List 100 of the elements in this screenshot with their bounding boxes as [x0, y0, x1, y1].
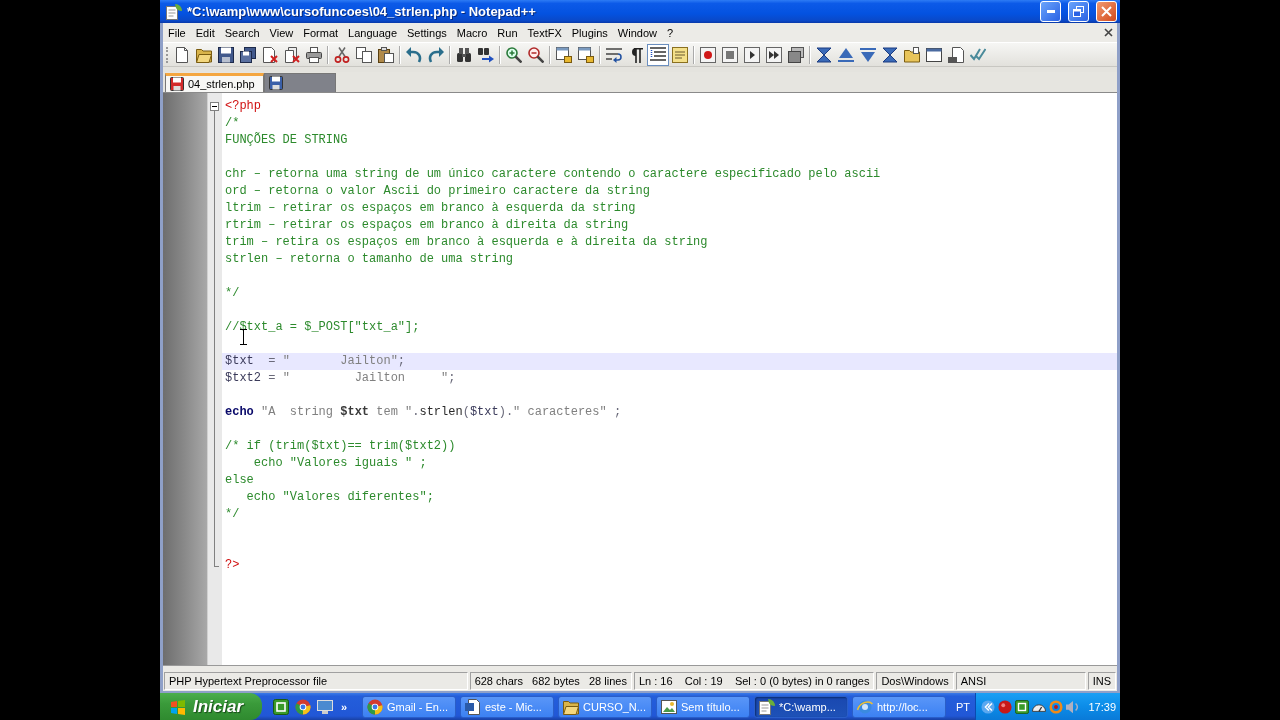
menu-item[interactable]: Macro	[451, 26, 493, 39]
close-button[interactable]	[1096, 1, 1117, 22]
code-line: ord – retorna o valor Ascii do primeiro caractere da string	[225, 184, 650, 198]
binoculars-arrow-icon[interactable]	[478, 46, 494, 63]
menu-item[interactable]: Edit	[190, 26, 220, 39]
code-line: /* if (trim($txt)== trim($txt2))	[225, 439, 456, 453]
windows-flag-icon	[170, 698, 186, 715]
menu-item[interactable]: Language	[343, 26, 402, 39]
hourglass-icon[interactable]	[882, 46, 898, 63]
checkmark-icon[interactable]	[970, 46, 986, 63]
app-icon[interactable]	[1015, 699, 1029, 714]
binoculars-icon[interactable]	[456, 46, 472, 63]
close-icon	[1101, 6, 1112, 17]
menu-item[interactable]: ?	[661, 26, 679, 39]
code-line: chr – retorna uma string de um único caractere contendo o caractere especificado pelo ascii	[225, 167, 881, 181]
window-title: *C:\wamp\www\cursofuncoes\04_strlen.php - Notepad++	[187, 4, 537, 19]
code-line: <?php	[225, 99, 261, 113]
redo-icon[interactable]	[428, 46, 444, 63]
code-line: echo "Valores iguais " ;	[252, 456, 427, 470]
menu-item[interactable]: Search	[219, 26, 265, 39]
code-line: rtrim – retirar os espaços em branco à direita da string	[225, 218, 629, 232]
minimize-button[interactable]	[1040, 1, 1061, 22]
menu-item[interactable]: File	[163, 26, 191, 39]
record-icon[interactable]	[700, 46, 716, 63]
window-icon[interactable]	[926, 46, 942, 63]
play-icon[interactable]	[744, 46, 760, 63]
new-file-icon[interactable]	[174, 46, 190, 63]
notepad-icon[interactable]	[672, 46, 688, 63]
hourglass-icon[interactable]	[816, 46, 832, 63]
scissors-icon[interactable]	[334, 46, 350, 63]
paste-icon[interactable]	[378, 46, 394, 63]
tab[interactable]: 04_strlen.php	[165, 73, 264, 92]
desktop-icon[interactable]	[317, 698, 333, 715]
chevron-icon[interactable]	[981, 699, 995, 714]
stacked-windows-icon[interactable]	[788, 46, 804, 63]
document-icon[interactable]	[948, 46, 964, 63]
menu-item[interactable]: View	[264, 26, 299, 39]
menu-item[interactable]: Run	[492, 26, 523, 39]
line-ending-label: Dos\Windows	[876, 672, 954, 690]
code-line: ?>	[225, 558, 240, 572]
minimize-icon	[1046, 10, 1055, 13]
code-line: $txt = " Jailton";	[225, 354, 406, 368]
app-icon[interactable]	[273, 698, 289, 715]
round-logo-icon	[367, 698, 383, 715]
document-stats: 628 chars 682 bytes 28 lines	[469, 672, 632, 690]
menu-item[interactable]: Plugins	[566, 26, 613, 39]
folder-icon[interactable]	[904, 46, 920, 63]
window-lock-icon[interactable]	[578, 46, 594, 63]
close-icon[interactable]	[1104, 28, 1113, 37]
encoding-label: ANSI	[955, 672, 1086, 690]
insert-mode-label: INS	[1087, 672, 1116, 690]
menu-item[interactable]: TextFX	[522, 26, 567, 39]
language-indicator[interactable]: PT	[955, 700, 970, 713]
code-line: echo "A string $txt tem ".strlen($txt)." caracteres" ;	[225, 405, 622, 419]
fast-forward-icon[interactable]	[766, 46, 782, 63]
zoom-in-icon[interactable]	[506, 46, 522, 63]
cursor-position: Ln : 16 Col : 19 Sel : 0 (0 bytes) in 0 ranges	[633, 672, 875, 690]
code-line: //$txt_a = $_POST["txt_a"];	[225, 320, 420, 334]
triangle-down-icon[interactable]	[860, 46, 876, 63]
undo-icon[interactable]	[406, 46, 422, 63]
start-button[interactable]: Iniciar	[160, 693, 262, 720]
globe-icon	[857, 698, 873, 715]
restore-button[interactable]	[1068, 1, 1089, 22]
tab[interactable]	[263, 73, 336, 92]
code-line: */	[225, 507, 240, 521]
code-line: $txt2 = " Jailton ";	[225, 371, 456, 385]
code-line: ltrim – retirar os espaços em branco à esquerda da string	[225, 201, 636, 215]
more-button[interactable]: »	[339, 700, 350, 713]
menu-item[interactable]: Format	[298, 26, 344, 39]
open-folder-icon[interactable]	[196, 46, 212, 63]
close-all-icon[interactable]	[284, 46, 300, 63]
minus-box-icon[interactable]	[210, 102, 219, 111]
triangle-up-icon[interactable]	[838, 46, 854, 63]
clock: 17:39	[1088, 700, 1116, 713]
restore-icon	[1073, 6, 1084, 17]
copy-icon[interactable]	[356, 46, 372, 63]
print-icon[interactable]	[306, 46, 322, 63]
menu-item[interactable]: Settings	[402, 26, 452, 39]
save-icon[interactable]	[218, 46, 234, 63]
word-wrap-icon[interactable]	[606, 46, 622, 63]
file-type-label: PHP Hypertext Preprocessor file	[164, 672, 468, 690]
indent-guide-icon[interactable]	[647, 43, 669, 66]
window-lock-icon[interactable]	[556, 46, 572, 63]
code-line: else	[225, 473, 254, 487]
code-line: echo "Valores diferentes";	[245, 490, 434, 504]
save-all-icon[interactable]	[240, 46, 256, 63]
zoom-out-icon[interactable]	[528, 46, 544, 63]
folder-icon	[563, 698, 579, 715]
notepad-icon	[166, 3, 182, 20]
document-icon	[465, 698, 481, 715]
close-file-icon[interactable]	[262, 46, 278, 63]
menu-item[interactable]: Window	[612, 26, 662, 39]
picture-icon	[661, 698, 677, 715]
round-logo-icon[interactable]	[295, 698, 311, 715]
stop-icon[interactable]	[722, 46, 738, 63]
code-line: /*	[225, 116, 240, 130]
code-line: strlen – retorna o tamanho de uma string	[225, 252, 514, 266]
code-line: */	[225, 286, 240, 300]
notepad-icon	[759, 698, 775, 715]
taskbar-button[interactable]: *C:\wamp...	[754, 695, 848, 718]
